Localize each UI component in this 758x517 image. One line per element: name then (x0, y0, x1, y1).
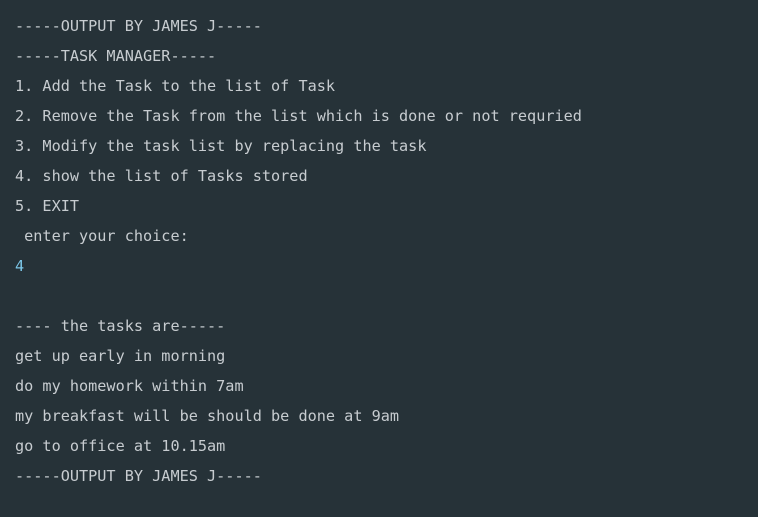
console-line-header-top: -----OUTPUT BY JAMES J----- (15, 17, 262, 35)
console-line-header-bottom: -----OUTPUT BY JAMES J----- (15, 467, 262, 485)
menu-option-exit: 5. EXIT (15, 197, 80, 215)
menu-option-remove: 2. Remove the Task from the list which i… (15, 107, 582, 125)
menu-option-show: 4. show the list of Tasks stored (15, 167, 308, 185)
choice-prompt: enter your choice: (15, 227, 189, 245)
user-input-choice: 4 (15, 257, 25, 275)
task-item: go to office at 10.15am (15, 437, 226, 455)
menu-option-add: 1. Add the Task to the list of Task (15, 77, 336, 95)
tasks-header: ---- the tasks are----- (15, 317, 226, 335)
task-item: do my homework within 7am (15, 377, 244, 395)
task-item: my breakfast will be should be done at 9… (15, 407, 400, 425)
console-output: -----OUTPUT BY JAMES J----- -----TASK MA… (0, 0, 758, 517)
console-line-title: -----TASK MANAGER----- (15, 47, 217, 65)
menu-option-modify: 3. Modify the task list by replacing the… (15, 137, 427, 155)
task-item: get up early in morning (15, 347, 226, 365)
